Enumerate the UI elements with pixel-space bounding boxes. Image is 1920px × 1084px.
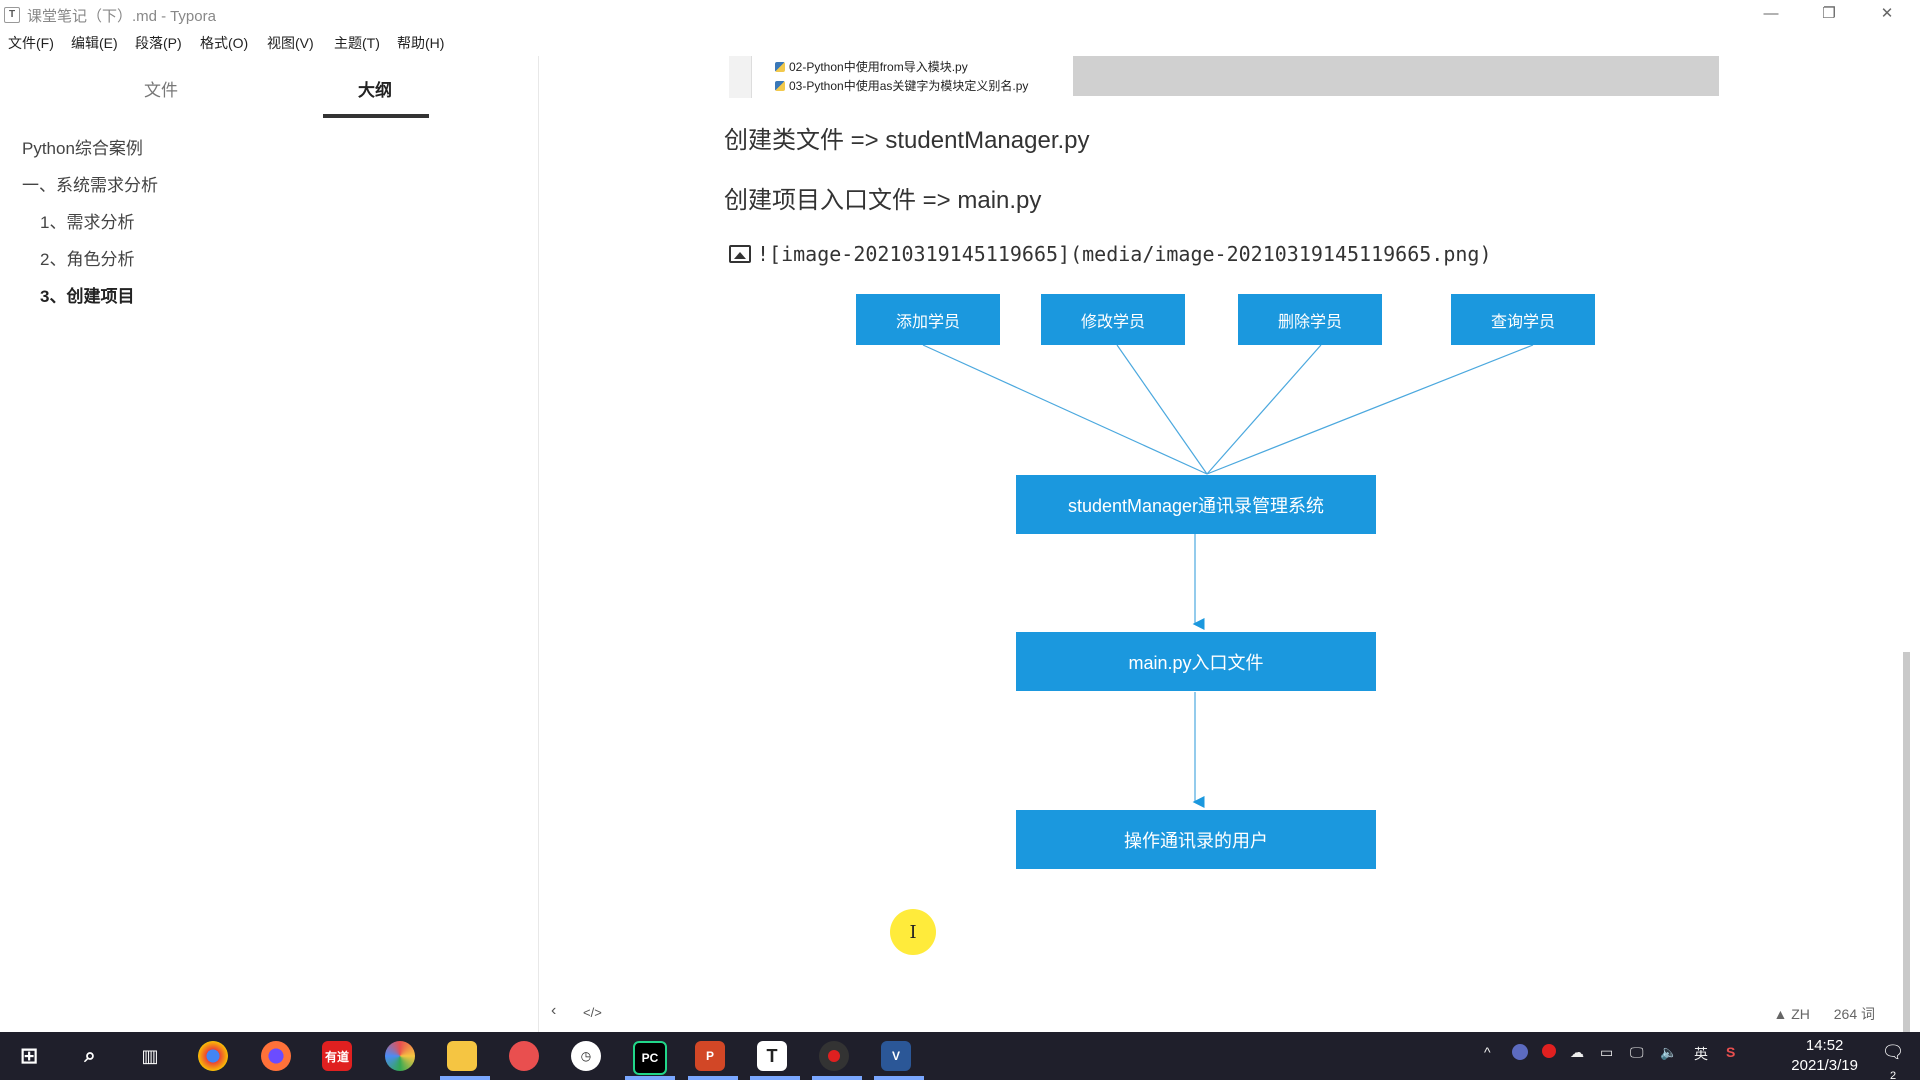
tray-record-icon[interactable] (1542, 1044, 1556, 1058)
node-modify-student: 修改学员 (1041, 294, 1185, 345)
node-user: 操作通讯录的用户 (1016, 810, 1376, 869)
active-app-indicator (625, 1076, 675, 1080)
minimize-button[interactable]: — (1742, 0, 1800, 28)
outline-item-active[interactable]: 3、创建项目 (40, 282, 134, 307)
title-bar: T 课堂笔记（下）.md - Typora — ❐ ✕ (0, 0, 1920, 28)
node-system: studentManager通讯录管理系统 (1016, 475, 1376, 534)
active-app-indicator (750, 1076, 800, 1080)
outline-item[interactable]: Python综合案例 (22, 134, 143, 159)
window-title: 课堂笔记（下）.md - Typora (27, 8, 216, 25)
scrollbar-thumb[interactable] (1903, 652, 1910, 1032)
browser-icon[interactable] (385, 1041, 415, 1071)
tray-weather-icon[interactable]: ☁ (1570, 1044, 1584, 1061)
folder-icon[interactable] (447, 1041, 477, 1071)
clock-app-icon[interactable]: ◷ (571, 1041, 601, 1071)
typora-icon[interactable]: T (757, 1041, 787, 1071)
sogou-icon[interactable]: S (1726, 1044, 1735, 1060)
tab-outline[interactable]: 大纲 (358, 76, 392, 101)
menu-format[interactable]: 格式(O) (200, 33, 248, 53)
volume-icon[interactable]: 🔈 (1660, 1044, 1677, 1061)
word-count[interactable]: 264 词 (1834, 1006, 1875, 1022)
status-bar: ‹ </> ▲ ZH 264 词 (539, 996, 1911, 1030)
connector-line (922, 344, 1208, 475)
windows-start-icon[interactable]: ⊞ (14, 1041, 44, 1071)
chrome-icon[interactable] (198, 1041, 228, 1071)
code-icon[interactable]: </> (583, 1005, 602, 1020)
outline-item[interactable]: 2、角色分析 (40, 245, 134, 270)
active-app-indicator (440, 1076, 490, 1080)
youdao-icon[interactable]: 有道 (322, 1041, 352, 1071)
tray-app-icon[interactable] (1512, 1044, 1528, 1060)
menu-paragraph[interactable]: 段落(P) (135, 33, 182, 53)
recorder-icon[interactable] (819, 1041, 849, 1071)
typora-app-icon: T (4, 7, 20, 23)
menu-view[interactable]: 视图(V) (267, 33, 314, 53)
network-icon[interactable]: 🖵 (1630, 1044, 1644, 1061)
media-app-icon[interactable] (509, 1041, 539, 1071)
powerpoint-icon[interactable]: P (695, 1041, 725, 1071)
scrollbar[interactable] (1902, 56, 1911, 1032)
chevron-left-icon[interactable]: ‹ (551, 1002, 556, 1020)
input-method-indicator[interactable]: 英 (1694, 1044, 1708, 1064)
menu-file[interactable]: 文件(F) (8, 33, 54, 53)
close-button[interactable]: ✕ (1858, 0, 1916, 28)
outline-item[interactable]: 一、系统需求分析 (22, 171, 158, 196)
system-clock[interactable]: 14:52 2021/3/19 (1791, 1036, 1858, 1076)
menu-help[interactable]: 帮助(H) (397, 33, 444, 53)
node-add-student: 添加学员 (856, 294, 1000, 345)
node-query-student: 查询学员 (1451, 294, 1595, 345)
visio-icon[interactable]: V (881, 1041, 911, 1071)
taskbar: ⊞ ⌕ ▥ 有道 ◷ PC P T V ^ ☁ ▭ 🖵 🔈 英 S 14:52 … (0, 1032, 1920, 1082)
sidebar: 文件 大纲 Python综合案例 一、系统需求分析 1、需求分析 2、角色分析 … (0, 56, 539, 1032)
mouse-cursor-highlight: I (890, 909, 936, 955)
node-delete-student: 删除学员 (1238, 294, 1382, 345)
language-indicator[interactable]: ZH (1791, 1006, 1810, 1022)
connector-line (1206, 344, 1534, 475)
active-tab-indicator (323, 114, 429, 118)
pycharm-icon[interactable]: PC (633, 1041, 667, 1075)
tray-overflow-icon[interactable]: ^ (1484, 1044, 1491, 1060)
node-entry-file: main.py入口文件 (1016, 632, 1376, 691)
tab-files[interactable]: 文件 (144, 76, 178, 101)
editor[interactable]: 02-Python中使用from导入模块.py 03-Python中使用as关键… (539, 56, 1911, 1032)
status-right: ▲ ZH 264 词 (1773, 1004, 1875, 1024)
firefox-icon[interactable] (261, 1041, 291, 1071)
warning-icon: ▲ (1773, 1006, 1788, 1022)
active-app-indicator (812, 1076, 862, 1080)
menu-theme[interactable]: 主题(T) (334, 33, 380, 53)
notification-center-icon[interactable]: 🗨2 (1880, 1042, 1906, 1082)
menu-edit[interactable]: 编辑(E) (71, 33, 118, 53)
restore-button[interactable]: ❐ (1800, 0, 1858, 28)
outline-item[interactable]: 1、需求分析 (40, 208, 134, 233)
active-app-indicator (688, 1076, 738, 1080)
battery-icon[interactable]: ▭ (1600, 1044, 1613, 1061)
connector-line (1206, 344, 1322, 475)
active-app-indicator (874, 1076, 924, 1080)
task-view-icon[interactable]: ▥ (135, 1041, 165, 1071)
connector-line (1116, 344, 1208, 475)
search-icon[interactable]: ⌕ (75, 1041, 105, 1071)
